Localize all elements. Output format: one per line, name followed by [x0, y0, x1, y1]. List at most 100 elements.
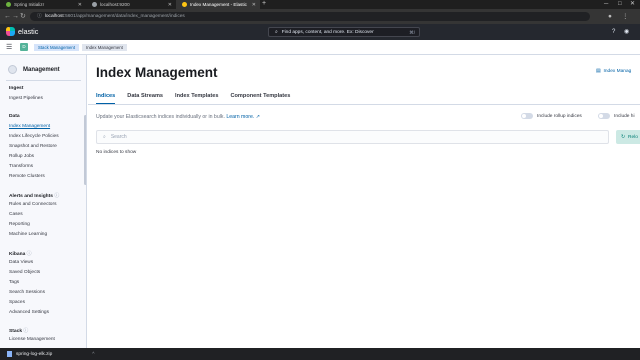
menu-toggle-icon[interactable]: ☰ — [6, 44, 12, 51]
toggle-switch[interactable] — [521, 113, 533, 119]
logo-text: elastic — [18, 27, 39, 36]
docs-link[interactable]: ▤ Index Manag — [596, 69, 631, 74]
info-icon: ⓘ — [23, 329, 29, 334]
tab-index-templates[interactable]: Index Templates — [175, 91, 218, 104]
search-icon: ⌕ — [103, 134, 106, 140]
url-host: localhost — [44, 14, 64, 19]
toggle-switch[interactable] — [598, 113, 610, 119]
browser-menu-icon[interactable]: ⋮ — [622, 12, 629, 21]
close-tab-icon[interactable]: ✕ — [78, 2, 82, 8]
include-hidden-toggle[interactable]: Include hi — [598, 113, 635, 119]
zip-file-icon — [7, 351, 12, 357]
elastic-logo-icon — [6, 27, 15, 36]
sidebar-title-label: Management — [23, 66, 60, 73]
info-icon[interactable]: ⓘ — [37, 14, 42, 19]
browser-tab-title: Spring Initializr — [14, 2, 45, 7]
back-icon[interactable]: ← — [4, 12, 11, 21]
browser-tab-title: localhost:9200 — [100, 2, 130, 7]
sidebar-item-saved-objects[interactable]: Saved Objects — [9, 270, 40, 275]
sidebar-group-ingest: Ingest — [9, 86, 24, 91]
index-management-tabs: Indices Data Streams Index Templates Com… — [96, 91, 302, 104]
main-content: Index Management ▤ Index Manag Indices D… — [88, 55, 640, 348]
sidebar-item-search-sessions[interactable]: Search Sessions — [9, 290, 45, 295]
index-search-input[interactable]: ⌕ Search — [96, 130, 609, 144]
sidebar-item-ingest-pipelines[interactable]: Ingest Pipelines — [9, 96, 43, 101]
toggle-label: Include hi — [614, 113, 635, 119]
tabs-divider — [88, 104, 640, 105]
reload-icon[interactable]: ↻ — [20, 12, 26, 21]
browser-tab-spring[interactable]: Spring Initializr ✕ — [0, 0, 86, 9]
documentation-icon: ▤ — [596, 69, 601, 74]
user-menu-icon[interactable]: ◉ — [624, 28, 629, 36]
learn-more-link[interactable]: Learn more. — [226, 114, 254, 120]
browser-address-bar: ← → ↻ ⓘ localhost:5601/app/management/dat… — [0, 9, 640, 24]
minimize-icon[interactable]: ─ — [604, 0, 608, 9]
sidebar-group-kibana: Kibana ⓘ — [9, 250, 32, 257]
sidebar-item-transforms[interactable]: Transforms — [9, 164, 33, 169]
sidebar-group-label: Alerts and Insights — [9, 194, 54, 199]
tab-component-templates[interactable]: Component Templates — [230, 91, 290, 104]
forward-icon[interactable]: → — [12, 12, 19, 21]
spring-favicon-icon — [6, 2, 11, 7]
search-icon: ⌕ — [275, 29, 278, 35]
kibana-header: elastic ⌕ Find apps, content, and more. … — [0, 24, 640, 40]
search-shortcut: ⌘/ — [409, 29, 415, 35]
space-avatar[interactable]: D — [20, 43, 28, 51]
reload-label: Relo — [628, 134, 638, 140]
sidebar-group-data: Data — [9, 114, 20, 119]
sidebar-item-tags[interactable]: Tags — [9, 280, 19, 285]
sidebar-item-advanced-settings[interactable]: Advanced Settings — [9, 310, 49, 315]
breadcrumb: ☰ D Stack Management Index Management — [0, 40, 640, 55]
description-text: Update your Elasticsearch indices indivi… — [96, 114, 225, 120]
sidebar-divider — [6, 80, 81, 81]
chevron-up-icon[interactable]: ^ — [92, 352, 94, 357]
help-icon[interactable]: ? — [612, 28, 615, 36]
browser-tab-index-management[interactable]: Index Management - Elastic ✕ — [176, 0, 260, 9]
search-placeholder: Search — [110, 134, 127, 140]
profile-icon[interactable]: ● — [608, 12, 612, 21]
sidebar-item-license-management[interactable]: License Management — [9, 337, 55, 342]
elastic-favicon-icon — [182, 2, 187, 7]
sidebar-scrollbar[interactable] — [84, 115, 86, 185]
maximize-icon[interactable]: □ — [618, 0, 622, 9]
empty-state-message: No indices to show — [96, 150, 137, 155]
info-icon: ⓘ — [26, 252, 32, 257]
tab-indices[interactable]: Indices — [96, 91, 116, 104]
browser-tab-localhost[interactable]: localhost:9200 ✕ — [86, 0, 176, 9]
sidebar-group-label: Stack — [9, 329, 23, 334]
refresh-icon: ↻ — [621, 134, 626, 140]
sidebar-item-remote-clusters[interactable]: Remote Clusters — [9, 174, 45, 179]
download-bar: spring-log-elk.zip ^ — [0, 348, 640, 360]
sidebar-group-alerts-and-insights: Alerts and Insights ⓘ — [9, 192, 59, 199]
reload-indices-button[interactable]: ↻ Relo — [616, 130, 640, 144]
sidebar-group-stack: Stack ⓘ — [9, 327, 28, 334]
management-app-icon — [8, 65, 17, 74]
sidebar-item-rollup-jobs[interactable]: Rollup Jobs — [9, 154, 34, 159]
info-icon: ⓘ — [54, 194, 60, 199]
sidebar-item-data-views[interactable]: Data Views — [9, 260, 33, 265]
sidebar-title: Management — [8, 65, 60, 74]
sidebar-item-snapshot-and-restore[interactable]: Snapshot and Restore — [9, 144, 57, 149]
globe-favicon-icon — [92, 2, 97, 7]
elastic-logo[interactable]: elastic — [6, 27, 38, 36]
sidebar-item-spaces[interactable]: Spaces — [9, 300, 25, 305]
docs-link-label: Index Manag — [603, 69, 632, 74]
sidebar-item-reporting[interactable]: Reporting — [9, 222, 30, 227]
download-item[interactable]: spring-log-elk.zip ^ — [4, 349, 95, 359]
sidebar-item-cases[interactable]: Cases — [9, 212, 23, 217]
tab-data-streams[interactable]: Data Streams — [127, 91, 163, 104]
new-tab-icon[interactable]: + — [262, 0, 266, 9]
global-search-placeholder: Find apps, content, and more. Ex: Discov… — [281, 29, 374, 35]
sidebar-item-machine-learning[interactable]: Machine Learning — [9, 232, 47, 237]
close-window-icon[interactable]: ✕ — [630, 0, 635, 9]
breadcrumb-stack-management[interactable]: Stack Management — [34, 44, 80, 51]
sidebar-item-rules-and-connectors[interactable]: Rules and Connectors — [9, 202, 56, 207]
sidebar-item-index-lifecycle-policies[interactable]: Index Lifecycle Policies — [9, 134, 59, 139]
browser-tab-strip: Spring Initializr ✕ localhost:9200 ✕ Ind… — [0, 0, 640, 9]
close-tab-icon[interactable]: ✕ — [168, 2, 172, 8]
include-rollup-toggle[interactable]: Include rollup indices — [521, 113, 582, 119]
sidebar-item-index-management[interactable]: Index Management — [9, 124, 50, 129]
close-tab-icon[interactable]: ✕ — [252, 2, 256, 8]
global-search-input[interactable]: ⌕ Find apps, content, and more. Ex: Disc… — [268, 27, 420, 37]
url-field[interactable]: ⓘ localhost:5601/app/management/data/inde… — [30, 12, 590, 21]
